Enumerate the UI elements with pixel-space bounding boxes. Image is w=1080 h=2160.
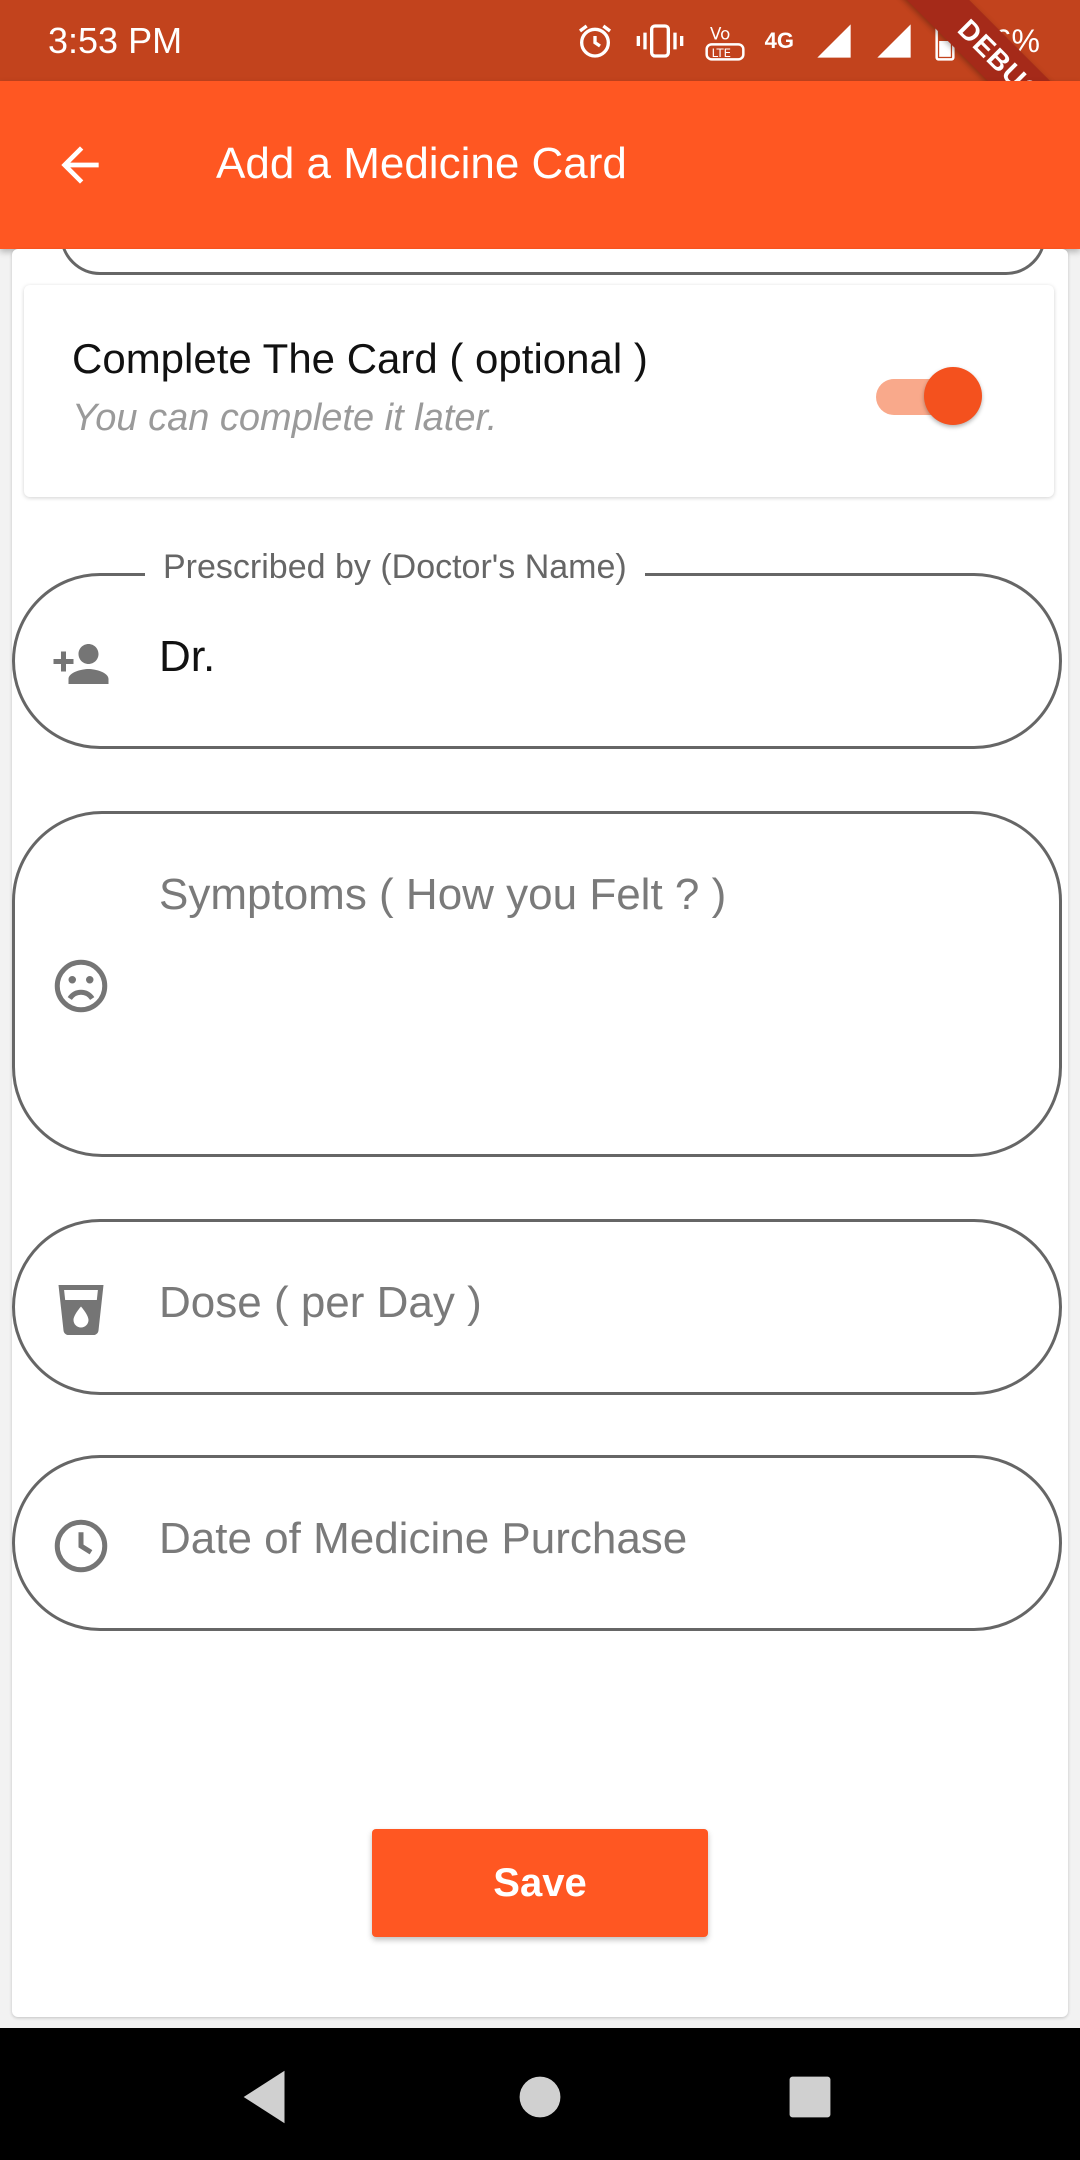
previous-field-edge: [60, 249, 1046, 275]
symptoms-field[interactable]: Symptoms ( How you Felt ? ): [12, 811, 1062, 1157]
signal-icon: [817, 24, 851, 58]
network-type: 4G: [764, 28, 794, 53]
doctor-name-field[interactable]: Prescribed by (Doctor's Name) Dr.: [12, 548, 1062, 749]
clock-icon: [54, 1519, 108, 1573]
complete-card-subtitle: You can complete it later.: [72, 397, 498, 439]
complete-card-section: Complete The Card ( optional ) You can c…: [24, 285, 1054, 497]
symptoms-input[interactable]: Symptoms ( How you Felt ? ): [159, 870, 726, 920]
system-nav-bar: [0, 2028, 1080, 2160]
complete-card-title: Complete The Card ( optional ): [72, 335, 648, 382]
add-person-icon: [53, 644, 109, 684]
form-card: Complete The Card ( optional ) You can c…: [12, 249, 1068, 2017]
svg-text:Vo: Vo: [710, 24, 730, 43]
alarm-icon: [578, 24, 611, 58]
doctor-name-label: Prescribed by (Doctor's Name): [145, 548, 645, 587]
svg-text:LTE: LTE: [711, 46, 730, 60]
back-arrow-icon: [61, 146, 99, 184]
purchase-date-input[interactable]: Date of Medicine Purchase: [159, 1514, 687, 1564]
save-button[interactable]: Save: [372, 1829, 708, 1937]
dose-field[interactable]: Dose ( per Day ): [12, 1219, 1062, 1395]
nav-recents-icon[interactable]: [775, 2062, 845, 2132]
status-time: 3:53 PM: [48, 20, 183, 61]
complete-card-toggle[interactable]: [870, 361, 982, 425]
app-bar: Add a Medicine Card: [0, 81, 1080, 249]
toggle-thumb: [924, 367, 982, 425]
vibrate-icon: [636, 24, 683, 58]
cup-drop-icon: [58, 1285, 104, 1335]
sad-face-icon: [54, 959, 108, 1013]
dose-input[interactable]: Dose ( per Day ): [159, 1278, 482, 1328]
volte-icon: Vo LTE: [705, 24, 745, 61]
signal-icon: [877, 24, 911, 58]
nav-back-icon[interactable]: [232, 2062, 302, 2132]
status-bar: 3:53 PM VoLTE 4G 46% DEBUG: [0, 0, 1080, 184]
doctor-name-input[interactable]: Dr.: [159, 632, 215, 682]
purchase-date-field[interactable]: Date of Medicine Purchase: [12, 1455, 1062, 1631]
nav-home-icon[interactable]: [505, 2062, 575, 2132]
back-button[interactable]: [52, 137, 116, 193]
page-title: Add a Medicine Card: [216, 139, 627, 188]
